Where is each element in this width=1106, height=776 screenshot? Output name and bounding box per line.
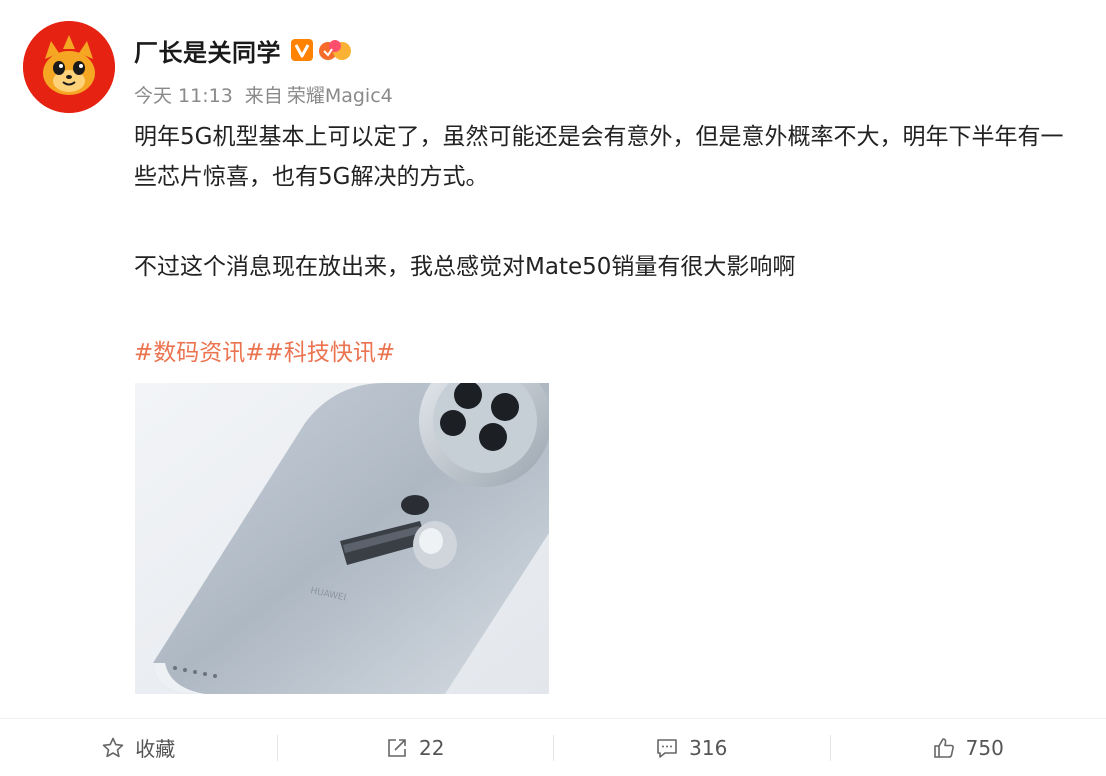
like-button[interactable]: 750: [829, 727, 1106, 769]
post-text-paragraph-1: 明年5G机型基本上可以定了，虽然可能还是会有意外，但是意外概率不大，明年下半年有…: [134, 124, 1064, 190]
level-badge-icon: [319, 40, 351, 60]
source-device[interactable]: 荣耀Magic4: [287, 81, 393, 108]
post-tags: #数码资讯# #科技快讯#: [134, 333, 395, 373]
cartoon-face-icon: [23, 21, 115, 113]
share-icon: [385, 736, 409, 760]
user-name-row: 厂长是关同学: [134, 32, 352, 68]
favorite-label: 收藏: [135, 737, 176, 761]
phone-and-earbud-photo: HUAWEI: [135, 383, 549, 694]
comment-count: 316: [689, 735, 728, 760]
star-icon: [101, 736, 125, 760]
comment-button[interactable]: 316: [553, 727, 830, 769]
verified-v-icon: [291, 39, 313, 61]
post-meta: 今天 11:13 来自 荣耀Magic4: [134, 80, 393, 108]
tag-tech-news[interactable]: #科技快讯#: [265, 333, 396, 373]
weibo-post: 厂长是关同学 今天 11:13 来自 荣耀Magic4 明年5G机型基本上可以定…: [0, 0, 1106, 776]
repost-button[interactable]: 22: [276, 727, 554, 769]
user-avatar[interactable]: [23, 21, 115, 113]
favorite-button[interactable]: 收藏: [0, 727, 277, 769]
post-time: 今天 11:13: [134, 84, 233, 107]
post-text-paragraph-2: 不过这个消息现在放出来，我总感觉对Mate50销量有很大影响啊: [134, 254, 796, 280]
source-label: 来自: [244, 84, 283, 107]
post-action-bar: 收藏 22 316 750: [0, 718, 1106, 776]
comment-icon: [655, 736, 679, 760]
tag-digital-news[interactable]: #数码资讯#: [134, 333, 265, 373]
user-name[interactable]: 厂长是关同学: [134, 33, 281, 68]
thumbs-up-icon: [932, 736, 956, 760]
like-count: 750: [965, 735, 1004, 760]
post-image[interactable]: HUAWEI: [135, 383, 549, 694]
repost-count: 22: [419, 735, 445, 760]
